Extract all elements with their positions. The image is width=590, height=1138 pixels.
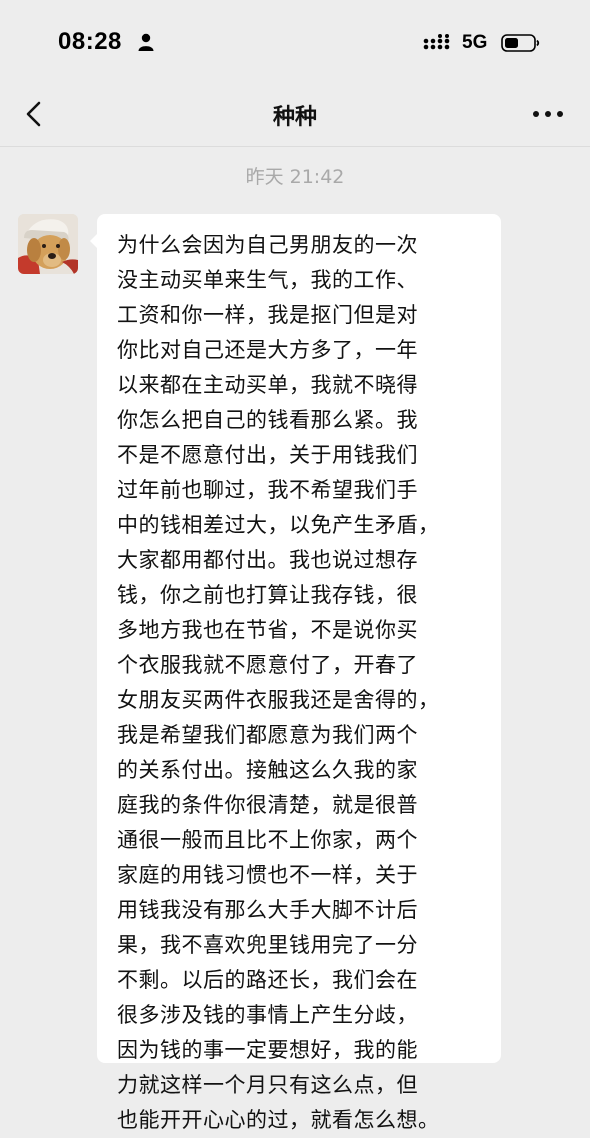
page-title: 种种 [272,105,317,130]
signal-icon [423,34,451,50]
dog-avatar-image [18,214,78,274]
message-line: 力就这样一个月只有这么点，但 [117,1073,418,1097]
message-line: 不是不愿意付出，关于用钱我们 [117,443,418,467]
message-line: 通很一般而且比不上你家，两个 [117,828,418,852]
message-line: 中的钱相差过大，以免产生矛盾， [117,513,440,537]
message-line: 个衣服我就不愿意付了，开春了 [117,653,418,677]
message-line: 很多涉及钱的事情上产生分歧， [117,1003,418,1027]
status-bar: 08:28 5G [0,0,590,86]
message-timestamp: 昨天 21:42 [245,166,345,188]
message-line: 你怎么把自己的钱看那么紧。我 [117,408,418,432]
more-dots-icon [533,111,563,117]
message-line: 我是希望我们都愿意为我们两个 [117,723,418,747]
status-time: 08:28 [58,28,122,55]
message-line: 不剩。以后的路还长，我们会在 [117,968,418,992]
network-label: 5G [462,32,488,53]
nav-bar: 种种 [0,86,590,147]
person-icon [138,33,154,51]
message-line: 过年前也聊过，我不希望我们手 [117,478,418,502]
message-line: 女朋友买两件衣服我还是舍得的， [117,688,440,712]
message-line: 的关系付出。接触这么久我的家 [117,758,418,782]
more-button[interactable] [530,100,566,128]
message-line: 也能开开心心的过，就看怎么想。 [117,1108,440,1132]
message-line: 你比对自己还是大方多了，一年 [117,338,418,362]
message-line: 果，我不喜欢兜里钱用完了一分 [117,933,418,957]
message-line: 家庭的用钱习惯也不一样，关于 [117,863,418,887]
message-line: 以来都在主动买单，我就不晓得 [117,373,418,397]
message-bubble[interactable]: 为什么会因为自己男朋友的一次 没主动买单来生气，我的工作、 工资和你一样，我是抠… [97,214,501,1132]
message-line: 钱，你之前也打算让我存钱，很 [117,583,418,607]
battery-icon [501,33,541,53]
message-line: 工资和你一样，我是抠门但是对 [117,303,418,327]
message-line: 没主动买单来生气，我的工作、 [117,268,418,292]
message-text: 为什么会因为自己男朋友的一次 没主动买单来生气，我的工作、 工资和你一样，我是抠… [117,228,501,1138]
message-line: 多地方我也在节省，不是说你买 [117,618,418,642]
message-line: 庭我的条件你很清楚，就是很普 [117,793,418,817]
message-line: 大家都用都付出。我也说过想存 [117,548,418,572]
message-line: 为什么会因为自己男朋友的一次 [117,233,418,257]
message-line: 因为钱的事一定要想好，我的能 [117,1038,418,1062]
message-line: 用钱我没有那么大手大脚不计后 [117,898,418,922]
avatar[interactable] [18,214,78,274]
